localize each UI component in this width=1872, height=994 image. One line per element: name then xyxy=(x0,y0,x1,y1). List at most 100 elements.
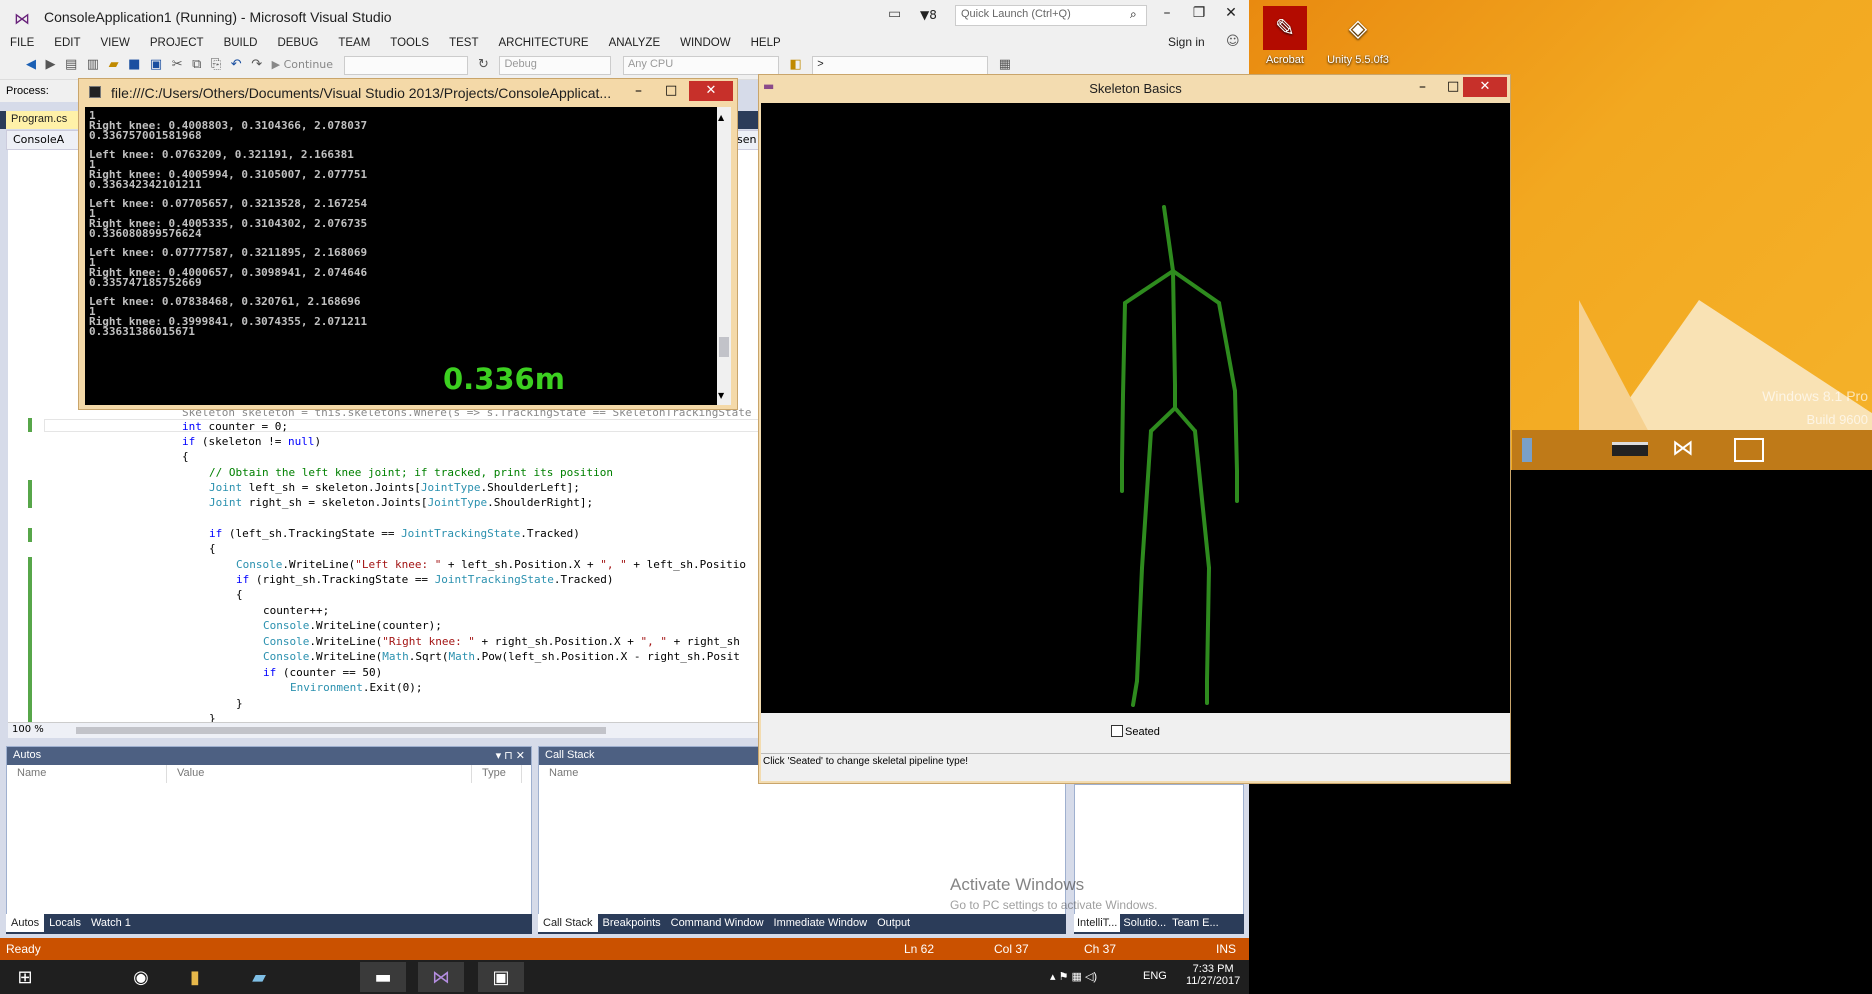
tray-icons[interactable]: ▴ ⚑ ▦ ◁) xyxy=(1050,970,1097,983)
tab-breakpoints[interactable]: Breakpoints xyxy=(598,914,666,932)
unity-icon: ◈ xyxy=(1348,14,1368,42)
menu-tools[interactable]: TOOLS xyxy=(380,33,439,53)
console-scrollbar[interactable]: ▲ ▼ xyxy=(717,107,731,405)
find-combo[interactable]: > xyxy=(812,56,989,75)
notifications-filter[interactable]: ▼8 xyxy=(920,8,937,22)
menu-view[interactable]: VIEW xyxy=(91,33,140,53)
start-icon[interactable]: ⊞ xyxy=(2,962,48,992)
menu-file[interactable]: FILE xyxy=(0,33,44,53)
account-icon[interactable]: ☺ xyxy=(1226,34,1240,49)
forward-icon[interactable]: ▶ xyxy=(46,57,56,72)
menu-edit[interactable]: EDIT xyxy=(44,33,90,53)
menu-team[interactable]: TEAM xyxy=(328,33,380,53)
copy-icon[interactable]: ⧉ xyxy=(192,57,201,72)
menu-analyze[interactable]: ANALYZE xyxy=(599,33,671,53)
continue-button[interactable]: ▶ Continue xyxy=(272,58,333,71)
seated-checkbox[interactable]: Seated xyxy=(1111,725,1160,738)
restore-button[interactable]: ❐ xyxy=(1186,5,1212,27)
platform-combo[interactable]: Any CPU xyxy=(622,56,779,75)
skeleton-minimize-button[interactable]: – xyxy=(1419,79,1426,95)
clock-time: 7:33 PM xyxy=(1192,963,1234,975)
console-minimize-button[interactable]: – xyxy=(635,83,642,99)
save-all-icon[interactable]: ▣ xyxy=(150,57,162,72)
open-icon[interactable]: ▰ xyxy=(109,57,119,72)
scroll-up-icon[interactable]: ▲ xyxy=(718,113,724,122)
checkbox-box[interactable] xyxy=(1111,725,1123,737)
tab-immediate-window[interactable]: Immediate Window xyxy=(769,914,873,932)
tablet-app-icon[interactable]: ▰ xyxy=(236,962,282,992)
paste-icon[interactable]: ⎘ xyxy=(211,57,221,72)
menu-help[interactable]: HELP xyxy=(741,33,791,53)
code-line: { xyxy=(182,450,189,463)
clock[interactable]: 7:33 PM 11/27/2017 xyxy=(1186,963,1240,987)
skeleton-app-taskbar-icon[interactable]: ▣ xyxy=(478,962,524,992)
desktop-icon-acrobat[interactable]: ✎ Acrobat xyxy=(1250,6,1320,66)
console-app-icon[interactable] xyxy=(1612,442,1648,456)
skeleton-close-button[interactable]: ✕ xyxy=(1463,77,1507,97)
menu-build[interactable]: BUILD xyxy=(214,33,268,53)
column-value[interactable]: Value xyxy=(167,765,472,783)
toolbar-extra-icon[interactable]: ▦ xyxy=(999,57,1011,72)
file-explorer-icon[interactable]: ▮ xyxy=(172,962,218,992)
horizontal-scrollbar[interactable] xyxy=(76,727,606,734)
pane-controls[interactable]: ▾ ⊓ ✕ xyxy=(496,749,525,762)
close-button[interactable]: ✕ xyxy=(1218,5,1244,27)
right-tab-strip: IntelliT... Solutio... Team E... xyxy=(1074,914,1244,934)
change-marker xyxy=(28,480,32,508)
column-type[interactable]: Type xyxy=(472,765,522,783)
menu-window[interactable]: WINDOW xyxy=(670,33,740,53)
window-app-icon[interactable] xyxy=(1734,438,1764,462)
tab-watch1[interactable]: Watch 1 xyxy=(86,914,136,932)
console-close-button[interactable]: ✕ xyxy=(689,81,733,101)
visual-studio-icon[interactable]: ⋈ xyxy=(1672,436,1694,461)
cut-icon[interactable]: ✂ xyxy=(172,57,183,72)
menu-architecture[interactable]: ARCHITECTURE xyxy=(488,33,598,53)
tab-team-explorer[interactable]: Team E... xyxy=(1169,914,1221,932)
tab-intellitrace[interactable]: IntelliT... xyxy=(1074,914,1121,932)
minimize-button[interactable]: – xyxy=(1154,5,1180,27)
visual-studio-taskbar-icon[interactable]: ⋈ xyxy=(418,962,464,992)
scroll-down-icon[interactable]: ▼ xyxy=(718,391,724,400)
find-icon[interactable]: ◧ xyxy=(789,57,801,72)
refresh-icon[interactable]: ↻ xyxy=(478,57,489,72)
new-project-icon[interactable]: ▤ xyxy=(65,57,77,72)
column-name[interactable]: Name xyxy=(7,765,167,783)
config-combo[interactable]: Debug xyxy=(499,56,612,75)
code-line: { xyxy=(236,588,243,601)
menu-debug[interactable]: DEBUG xyxy=(267,33,328,53)
search-icon[interactable]: ⌕ xyxy=(1130,7,1137,22)
undo-icon[interactable]: ↶ xyxy=(231,57,242,72)
app-icon[interactable] xyxy=(1522,438,1532,462)
process-combo[interactable] xyxy=(343,56,468,75)
chrome-icon[interactable]: ◉ xyxy=(118,962,164,992)
code-line: Console.WriteLine(counter); xyxy=(263,619,442,632)
autos-window: Autos ▾ ⊓ ✕ Name Value Type xyxy=(6,746,532,916)
tab-call-stack[interactable]: Call Stack xyxy=(538,914,598,932)
desktop-icon-unity[interactable]: ◈ Unity 5.5.0f3 xyxy=(1323,6,1393,67)
tab-locals[interactable]: Locals xyxy=(44,914,86,932)
tab-program-cs[interactable]: Program.cs xyxy=(6,111,80,129)
skeleton-maximize-button[interactable]: □ xyxy=(1447,79,1459,94)
zoom-combo[interactable]: 100 % xyxy=(12,724,44,735)
console-output[interactable]: 1 Right knee: 0.4008803, 0.3104366, 2.078… xyxy=(85,107,717,405)
tab-output[interactable]: Output xyxy=(872,914,915,932)
feedback-icon[interactable]: ▭ xyxy=(888,6,901,22)
project-nav-dropdown[interactable]: ConsoleA xyxy=(13,133,64,146)
tab-command-window[interactable]: Command Window xyxy=(666,914,769,932)
sign-in-link[interactable]: Sign in xyxy=(1168,35,1205,49)
bone-forearm-left xyxy=(1120,393,1125,465)
member-nav-dropdown[interactable]: sen xyxy=(737,133,756,146)
menu-test[interactable]: TEST xyxy=(439,33,488,53)
save-icon[interactable]: ■ xyxy=(128,57,140,72)
add-item-icon[interactable]: ▥ xyxy=(87,57,99,72)
console-taskbar-icon[interactable]: ▬ xyxy=(360,962,406,992)
back-icon[interactable]: ◀ xyxy=(26,57,36,72)
tab-solution-explorer[interactable]: Solutio... xyxy=(1120,914,1169,932)
quick-launch-input[interactable]: Quick Launch (Ctrl+Q) xyxy=(955,5,1147,26)
scrollbar-thumb[interactable] xyxy=(719,337,729,357)
tab-autos[interactable]: Autos xyxy=(6,914,45,932)
language-indicator[interactable]: ENG xyxy=(1143,970,1167,982)
redo-icon[interactable]: ↷ xyxy=(251,57,262,72)
menu-project[interactable]: PROJECT xyxy=(140,33,214,53)
console-maximize-button[interactable]: □ xyxy=(665,83,677,98)
